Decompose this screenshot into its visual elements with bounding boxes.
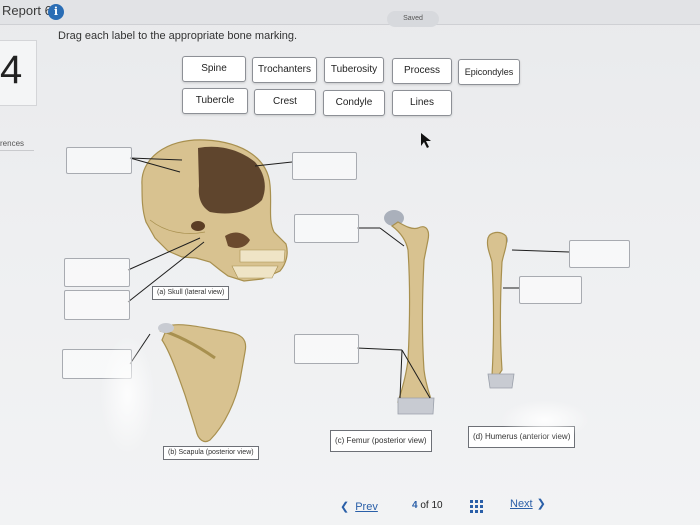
prev-button[interactable]: ❮ Prev	[340, 500, 378, 513]
chevron-left-icon: ❮	[340, 501, 350, 513]
total-pages: 10	[431, 500, 443, 511]
chevron-right-icon: ❯	[536, 498, 546, 510]
humerus-illustration	[486, 231, 515, 389]
grid-icon[interactable]	[470, 500, 483, 513]
caption-skull: (a) Skull (lateral view)	[152, 286, 230, 300]
caption-scapula: (b) Scapula (posterior view)	[163, 446, 259, 460]
of-label: of	[420, 500, 429, 511]
drop-zone-skull-3[interactable]	[64, 258, 130, 287]
skull-illustration	[141, 139, 288, 282]
drop-zone-skull-4[interactable]	[64, 290, 130, 320]
screen-glare	[100, 335, 155, 455]
drop-zone-humerus-2[interactable]	[519, 276, 582, 304]
scapula-illustration	[158, 323, 247, 443]
drop-zone-skull-1[interactable]	[66, 147, 132, 174]
cursor-icon	[421, 133, 431, 148]
femur-illustration	[384, 210, 435, 415]
page-indicator: 4 of 10	[412, 500, 443, 511]
drop-zone-femur-1[interactable]	[294, 214, 359, 243]
drop-zone-humerus-1[interactable]	[569, 240, 630, 268]
prev-label: Prev	[355, 501, 378, 513]
drop-zone-skull-2[interactable]	[292, 152, 357, 180]
next-label: Next	[510, 498, 533, 510]
screen-glare-2	[500, 400, 590, 440]
drop-zone-femur-2[interactable]	[294, 334, 359, 364]
caption-femur: (c) Femur (posterior view)	[330, 430, 432, 452]
next-button[interactable]: Next ❯	[510, 497, 546, 510]
current-page: 4	[412, 500, 418, 511]
